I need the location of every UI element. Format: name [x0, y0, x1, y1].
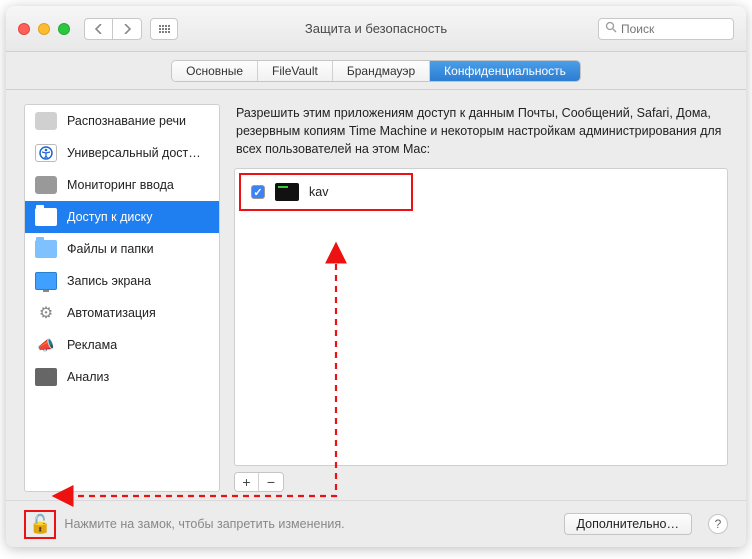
- chart-icon: [35, 368, 57, 386]
- terminal-icon: [275, 183, 299, 201]
- traffic-lights: [18, 23, 70, 35]
- allowed-apps-list[interactable]: ✓ kav: [234, 168, 728, 466]
- sidebar-item-label: Реклама: [67, 338, 117, 352]
- sidebar-item-analytics[interactable]: Анализ: [25, 361, 219, 393]
- close-window-button[interactable]: [18, 23, 30, 35]
- folder-icon: [35, 208, 57, 226]
- titlebar: Защита и безопасность: [6, 6, 746, 52]
- sidebar-item-label: Мониторинг ввода: [67, 178, 174, 192]
- sidebar-item-label: Универсальный дост…: [67, 146, 201, 160]
- sidebar-item-full-disk-access[interactable]: Доступ к диску: [25, 201, 219, 233]
- sidebar-item-files-folders[interactable]: Файлы и папки: [25, 233, 219, 265]
- tab-privacy[interactable]: Конфиденциальность: [430, 61, 580, 81]
- list-tools: + −: [234, 472, 728, 492]
- search-field-wrap[interactable]: [598, 18, 734, 40]
- back-button[interactable]: [85, 19, 113, 39]
- permission-description: Разрешить этим приложениям доступ к данн…: [234, 104, 728, 168]
- keyboard-icon: [35, 176, 57, 194]
- content-body: Распознавание речи Универсальный дост… М…: [6, 90, 746, 501]
- tab-firewall[interactable]: Брандмауэр: [333, 61, 430, 81]
- show-all-prefs-button[interactable]: [150, 18, 178, 40]
- lock-highlight: 🔓: [24, 510, 56, 539]
- window-frame: Защита и безопасность Основные FileVault…: [6, 6, 746, 547]
- sidebar-item-label: Распознавание речи: [67, 114, 186, 128]
- tab-segmented-control: Основные FileVault Брандмауэр Конфиденци…: [171, 60, 581, 82]
- sidebar-item-label: Автоматизация: [67, 306, 156, 320]
- privacy-category-list[interactable]: Распознавание речи Универсальный дост… М…: [24, 104, 220, 492]
- remove-app-button[interactable]: −: [259, 473, 283, 491]
- sidebar-item-screen-recording[interactable]: Запись экрана: [25, 265, 219, 297]
- zoom-window-button[interactable]: [58, 23, 70, 35]
- search-input[interactable]: [621, 22, 727, 36]
- lock-hint-text: Нажмите на замок, чтобы запретить измене…: [64, 517, 344, 531]
- sidebar-item-label: Анализ: [67, 370, 109, 384]
- app-row-kav[interactable]: ✓ kav: [239, 173, 413, 211]
- accessibility-icon: [35, 144, 57, 162]
- tab-general[interactable]: Основные: [172, 61, 258, 81]
- sidebar-item-accessibility[interactable]: Универсальный дост…: [25, 137, 219, 169]
- sidebar-item-automation[interactable]: ⚙ Автоматизация: [25, 297, 219, 329]
- add-remove-control: + −: [234, 472, 284, 492]
- forward-button[interactable]: [113, 19, 141, 39]
- sidebar-item-label: Файлы и папки: [67, 242, 154, 256]
- gear-icon: ⚙: [35, 304, 57, 322]
- sidebar-item-input-monitoring[interactable]: Мониторинг ввода: [25, 169, 219, 201]
- sidebar-item-advertising[interactable]: 📣 Реклама: [25, 329, 219, 361]
- tab-filevault[interactable]: FileVault: [258, 61, 333, 81]
- folder-icon: [35, 240, 57, 258]
- advanced-button[interactable]: Дополнительно…: [564, 513, 692, 535]
- app-name-label: kav: [309, 185, 328, 199]
- app-checkbox[interactable]: ✓: [251, 185, 265, 199]
- help-button[interactable]: ?: [708, 514, 728, 534]
- sidebar-item-speech[interactable]: Распознавание речи: [25, 105, 219, 137]
- monitor-icon: [35, 272, 57, 290]
- footer-bar: 🔓 Нажмите на замок, чтобы запретить изме…: [6, 501, 746, 547]
- sidebar-item-label: Доступ к диску: [67, 210, 153, 224]
- add-app-button[interactable]: +: [235, 473, 259, 491]
- minimize-window-button[interactable]: [38, 23, 50, 35]
- sidebar-item-label: Запись экрана: [67, 274, 151, 288]
- search-icon: [605, 21, 617, 36]
- megaphone-icon: 📣: [35, 336, 57, 354]
- lock-icon[interactable]: 🔓: [29, 514, 51, 535]
- nav-back-forward: [84, 18, 142, 40]
- main-panel: Разрешить этим приложениям доступ к данн…: [234, 104, 728, 492]
- waveform-icon: [35, 112, 57, 130]
- tab-row: Основные FileVault Брандмауэр Конфиденци…: [6, 52, 746, 90]
